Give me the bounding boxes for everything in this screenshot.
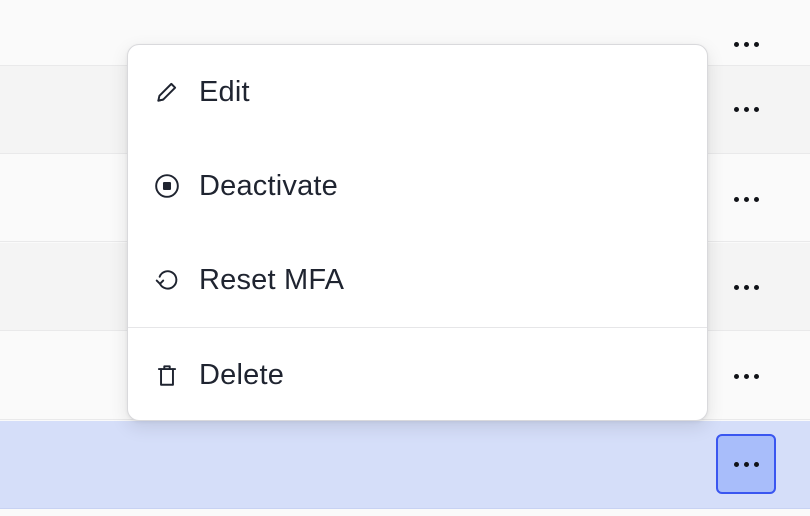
more-horizontal-icon — [733, 373, 739, 379]
more-horizontal-icon — [733, 196, 739, 202]
reset-icon — [154, 267, 180, 293]
stop-circle-icon — [154, 173, 180, 199]
menu-item-label: Delete — [199, 358, 285, 391]
pencil-icon — [154, 79, 180, 105]
more-horizontal-icon — [733, 284, 739, 290]
menu-item-label: Edit — [199, 75, 250, 108]
table-row-selected[interactable] — [0, 421, 810, 509]
row-actions-button-active[interactable] — [716, 434, 776, 494]
row-actions-button[interactable] — [716, 79, 776, 139]
row-actions-button[interactable] — [716, 14, 776, 74]
more-horizontal-icon — [733, 461, 739, 467]
more-horizontal-icon — [733, 106, 739, 112]
row-actions-button[interactable] — [716, 257, 776, 317]
row-actions-menu: Edit Deactivate Reset MFA Delete — [127, 44, 708, 421]
menu-item-deactivate[interactable]: Deactivate — [128, 139, 707, 233]
row-actions-button[interactable] — [716, 169, 776, 229]
row-actions-button[interactable] — [716, 346, 776, 406]
menu-item-edit[interactable]: Edit — [128, 45, 707, 139]
menu-item-delete[interactable]: Delete — [128, 328, 707, 420]
menu-item-reset-mfa[interactable]: Reset MFA — [128, 233, 707, 327]
more-horizontal-icon — [733, 41, 739, 47]
menu-item-label: Deactivate — [199, 169, 339, 202]
trash-icon — [154, 362, 180, 388]
menu-item-label: Reset MFA — [199, 263, 345, 296]
